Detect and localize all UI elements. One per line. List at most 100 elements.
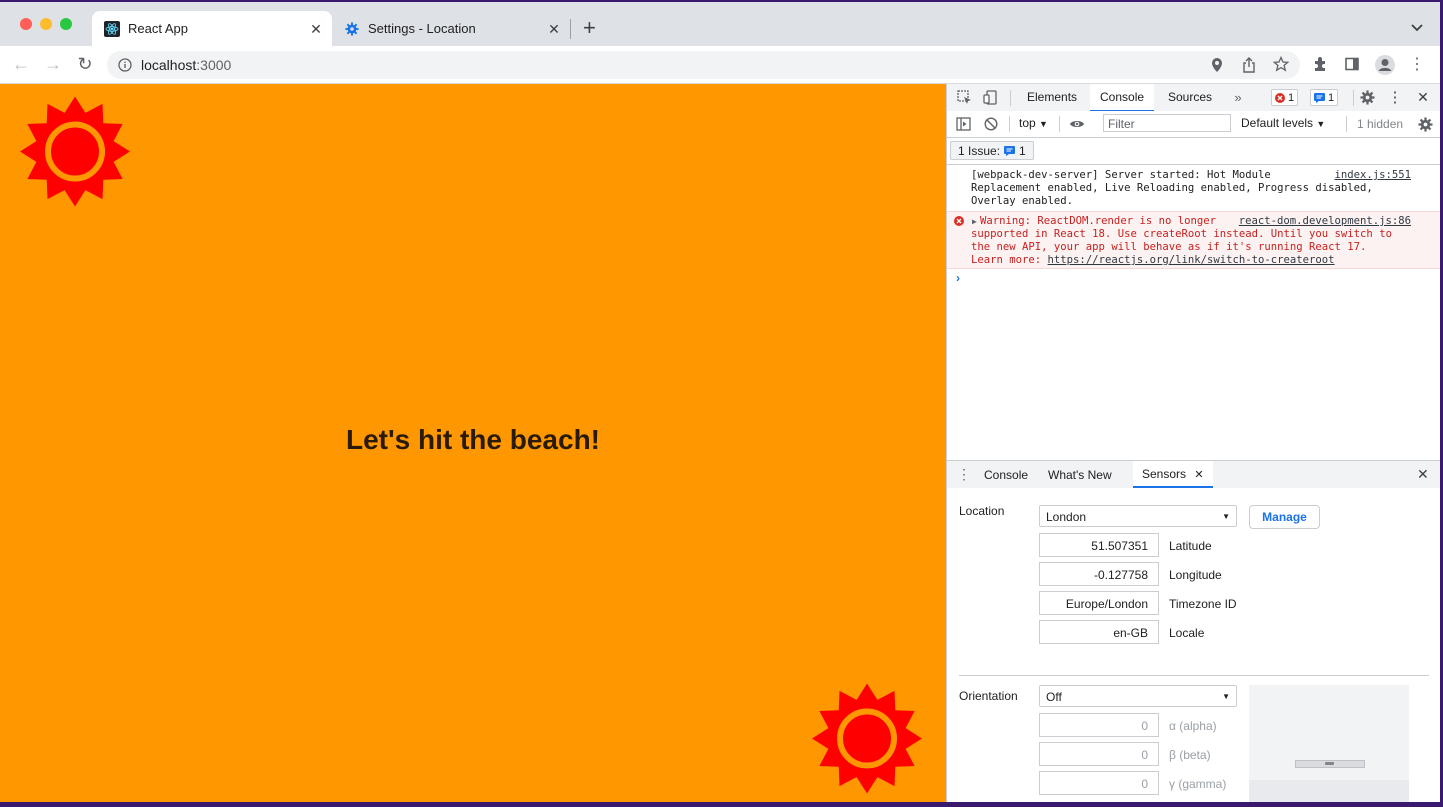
close-tab-icon[interactable]: ✕ (1194, 469, 1203, 481)
sidebar-toggle-icon[interactable] (955, 116, 971, 132)
tab-console[interactable]: Console (1090, 84, 1155, 112)
sun-icon (20, 96, 130, 207)
minimize-window-button[interactable] (40, 18, 52, 30)
back-icon[interactable]: ← (11, 54, 31, 74)
issues-count: 1 (1019, 143, 1026, 158)
location-select[interactable]: London ▼ (1039, 505, 1237, 527)
location-pin-icon[interactable] (1210, 57, 1224, 73)
tab-bar: React App ✕ Settings - Location ✕ + (0, 2, 1440, 46)
latitude-label: Latitude (1169, 539, 1212, 553)
longitude-label: Longitude (1169, 568, 1222, 582)
close-window-button[interactable] (20, 18, 32, 30)
manage-button[interactable]: Manage (1249, 505, 1320, 529)
message-source-link[interactable]: index.js:551 (1334, 169, 1411, 182)
tab-title: Settings - Location (368, 21, 476, 36)
issues-bar: 1 Issue: 1 (947, 138, 1440, 165)
tab-sources[interactable]: Sources (1168, 90, 1212, 104)
tab-settings-location[interactable]: Settings - Location ✕ (332, 11, 570, 46)
issues-button[interactable]: 1 Issue: 1 (950, 141, 1034, 160)
dropdown-arrow-icon: ▼ (1222, 692, 1230, 701)
sensors-panel: Location London ▼ Manage 51.507351 Latitu… (947, 488, 1440, 802)
message-icon (1314, 92, 1325, 103)
console-filter-input[interactable]: Filter (1103, 114, 1231, 132)
device-model (1295, 760, 1365, 768)
url-port: :3000 (196, 57, 232, 73)
drawer-tab-sensors[interactable]: Sensors ✕ (1133, 461, 1213, 488)
inspect-element-icon[interactable] (956, 89, 972, 105)
device-toolbar-icon[interactable] (982, 89, 998, 105)
timezone-label: Timezone ID (1169, 597, 1237, 611)
side-panel-icon[interactable] (1343, 55, 1361, 73)
reload-icon[interactable]: ↻ (75, 54, 95, 74)
hidden-count: 1 hidden (1357, 117, 1404, 131)
customize-menu-icon[interactable]: ⋮ (1387, 89, 1403, 106)
gamma-label: γ (gamma) (1169, 777, 1227, 791)
section-divider (959, 675, 1429, 676)
longitude-input[interactable]: -0.127758 (1039, 562, 1159, 586)
browser-window: React App ✕ Settings - Location ✕ + ← → … (0, 2, 1440, 802)
drawer-tab-whats-new[interactable]: What's New (1048, 468, 1112, 482)
url-text: localhost:3000 (141, 57, 231, 73)
divider (1353, 90, 1354, 106)
extensions-icon[interactable] (1311, 55, 1329, 73)
tab-title: React App (128, 21, 188, 36)
share-icon[interactable] (1242, 57, 1256, 73)
react-icon (104, 20, 120, 37)
error-source-link[interactable]: react-dom.development.js:86 (1239, 215, 1411, 228)
beta-input[interactable]: 0 (1039, 742, 1159, 766)
orientation-value: Off (1046, 690, 1062, 704)
close-drawer-icon[interactable]: ✕ (1417, 466, 1429, 483)
sensors-tab-label: Sensors (1142, 467, 1187, 481)
error-link[interactable]: https://reactjs.org/link/switch-to-creat… (1048, 254, 1335, 266)
message-icon (1004, 145, 1016, 156)
location-value: London (1046, 510, 1087, 524)
context-selector[interactable]: top ▼ (1019, 116, 1048, 130)
close-tab-icon[interactable]: ✕ (308, 21, 324, 37)
orientation-select[interactable]: Off ▼ (1039, 685, 1237, 707)
alpha-input[interactable]: 0 (1039, 713, 1159, 737)
console-message: [webpack-dev-server] Server started: Hot… (947, 168, 1440, 210)
divider (1009, 116, 1010, 132)
drawer-menu-icon[interactable]: ⋮ (957, 466, 971, 483)
timezone-input[interactable]: Europe/London (1039, 591, 1159, 615)
gear-icon (344, 21, 360, 37)
locale-input[interactable]: en-GB (1039, 620, 1159, 644)
console-settings-gear-icon[interactable] (1417, 116, 1433, 132)
dropdown-arrow-icon: ▼ (1316, 119, 1326, 129)
page-heading: Let's hit the beach! (345, 424, 601, 455)
context-value: top (1019, 116, 1036, 130)
forward-icon[interactable]: → (43, 54, 63, 74)
tab-divider (570, 19, 571, 39)
live-expression-eye-icon[interactable] (1069, 116, 1085, 132)
drawer-tab-console[interactable]: Console (984, 468, 1028, 482)
error-count-badge[interactable]: 1 (1271, 89, 1299, 106)
close-tab-icon[interactable]: ✕ (546, 21, 562, 37)
orientation-label: Orientation (959, 689, 1018, 703)
more-tabs-icon[interactable]: » (1230, 89, 1246, 105)
device-button (1325, 762, 1334, 765)
console-prompt-icon[interactable]: › (956, 271, 960, 285)
info-count-badge[interactable]: 1 (1310, 89, 1339, 106)
address-bar[interactable]: localhost:3000 (107, 51, 1300, 79)
divider (1346, 116, 1347, 132)
console-toolbar: top ▼ Filter Default levels ▼ 1 hidden (947, 111, 1440, 138)
new-tab-icon[interactable]: + (583, 17, 596, 39)
divider (1059, 116, 1060, 132)
maximize-window-button[interactable] (60, 18, 72, 30)
orientation-preview[interactable] (1249, 685, 1409, 802)
gamma-input[interactable]: 0 (1039, 771, 1159, 795)
settings-gear-icon[interactable] (1359, 89, 1375, 105)
browser-menu-icon[interactable]: ⋮ (1408, 55, 1426, 73)
bookmark-star-icon[interactable] (1272, 55, 1290, 72)
error-icon (954, 216, 964, 226)
tab-react-app[interactable]: React App ✕ (92, 11, 332, 46)
close-devtools-icon[interactable]: ✕ (1415, 89, 1431, 105)
tab-elements[interactable]: Elements (1027, 90, 1077, 104)
info-icon[interactable] (118, 58, 132, 72)
tab-search-chevron-icon[interactable] (1409, 19, 1425, 35)
web-page: Let's hit the beach! (0, 84, 946, 802)
profile-avatar-icon[interactable] (1374, 54, 1396, 76)
clear-console-icon[interactable] (983, 116, 999, 132)
log-levels-dropdown[interactable]: Default levels ▼ (1241, 116, 1325, 130)
latitude-input[interactable]: 51.507351 (1039, 533, 1159, 557)
